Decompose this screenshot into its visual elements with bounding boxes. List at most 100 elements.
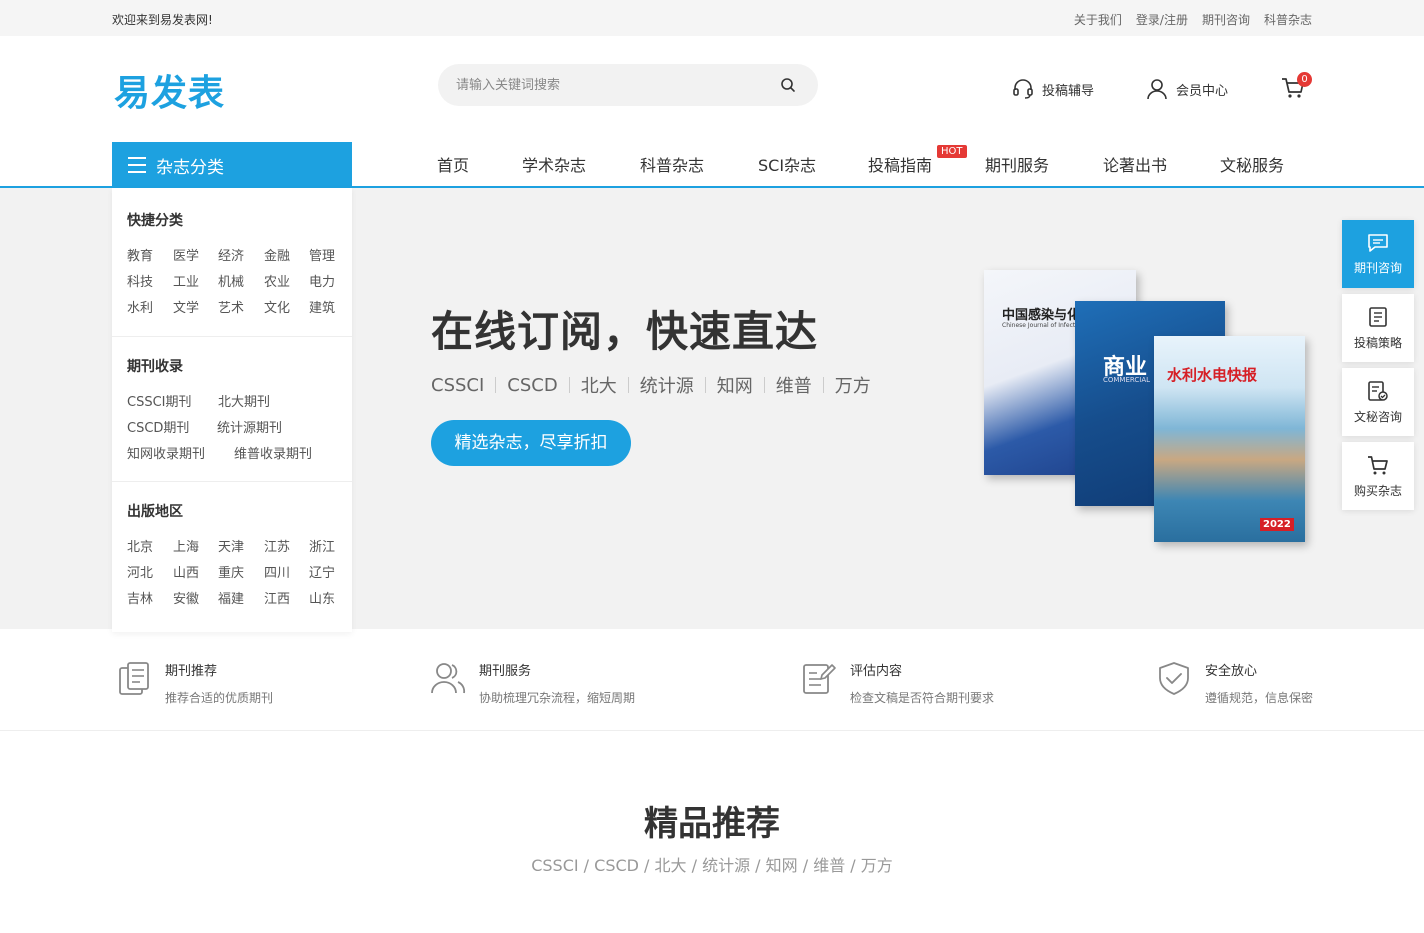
banner-tag: 北大 xyxy=(580,376,617,397)
nav-item-academic[interactable]: 学术杂志 xyxy=(522,152,586,176)
category-button-label: 杂志分类 xyxy=(156,157,224,178)
feature-title: 评估内容 xyxy=(850,664,903,679)
category-link[interactable]: 医学 xyxy=(173,245,199,264)
welcome-text: 欢迎来到易发表网! xyxy=(112,13,213,27)
index-link[interactable]: 北大期刊 xyxy=(218,391,270,410)
nav-item-books[interactable]: 论著出书 xyxy=(1103,152,1167,176)
top-link-consult[interactable]: 期刊咨询 xyxy=(1202,11,1250,28)
nav-item-secretary[interactable]: 文秘服务 xyxy=(1220,152,1284,176)
float-consult-button[interactable]: 期刊咨询 xyxy=(1342,220,1414,288)
index-link[interactable]: 统计源期刊 xyxy=(217,417,282,436)
category-link[interactable]: 建筑 xyxy=(309,297,335,316)
feature-divider xyxy=(0,730,1424,731)
search-input[interactable] xyxy=(456,74,766,96)
region-link[interactable]: 浙江 xyxy=(309,536,335,555)
magazine-title: 水利水电快报 xyxy=(1167,366,1258,384)
users-icon xyxy=(431,663,466,694)
banner-tag: 万方 xyxy=(834,376,871,397)
banner-tag: 知网 xyxy=(716,376,753,397)
float-strategy-label: 投稿策略 xyxy=(1353,335,1402,350)
category-sidebar: 快捷分类 教育 医学 经济 金融 管理 科技 工业 机械 农业 电力 水利 文学… xyxy=(112,188,352,632)
float-strategy-button[interactable]: 投稿策略 xyxy=(1342,294,1414,362)
headset-icon xyxy=(1013,79,1033,99)
magazine-subtitle: Chinese Journal of Infection xyxy=(1002,322,1085,329)
top-link-about[interactable]: 关于我们 xyxy=(1074,11,1122,28)
feature-desc: 推荐合适的优质期刊 xyxy=(165,691,274,705)
category-link[interactable]: 金融 xyxy=(264,245,290,264)
top-bar: 欢迎来到易发表网! 关于我们 登录/注册 期刊咨询 科普杂志 xyxy=(0,0,1424,36)
nav-item-home[interactable]: 首页 xyxy=(437,152,469,176)
top-links: 关于我们 登录/注册 期刊咨询 科普杂志 xyxy=(1074,11,1312,28)
float-secretary-button[interactable]: 文秘咨询 xyxy=(1342,368,1414,436)
region-link[interactable]: 重庆 xyxy=(218,562,244,581)
magazine-subtitle: COMMERCIAL xyxy=(1103,376,1151,384)
category-link[interactable]: 艺术 xyxy=(218,297,244,316)
region-link[interactable]: 四川 xyxy=(264,562,290,581)
member-link[interactable]: 会员中心 xyxy=(1146,78,1228,100)
category-link[interactable]: 科技 xyxy=(127,271,153,290)
category-link[interactable]: 水利 xyxy=(127,297,153,316)
cart-button[interactable]: 0 xyxy=(1281,72,1312,104)
feature-title: 期刊推荐 xyxy=(165,664,218,679)
region-link[interactable]: 山西 xyxy=(173,562,199,581)
region-link[interactable]: 天津 xyxy=(218,536,244,555)
feature-desc: 遵循规范，信息保密 xyxy=(1205,691,1314,705)
region-link[interactable]: 福建 xyxy=(218,588,244,607)
category-link[interactable]: 经济 xyxy=(218,245,244,264)
edit-document-icon xyxy=(803,664,836,694)
search-box xyxy=(438,64,818,106)
form-check-icon xyxy=(1368,380,1388,401)
sidebar-divider xyxy=(112,336,352,337)
region-link[interactable]: 江西 xyxy=(264,588,290,607)
section-title: 精品推荐 xyxy=(644,804,780,844)
region-link[interactable]: 吉林 xyxy=(127,588,153,607)
guide-label: 投稿辅导 xyxy=(1042,83,1095,99)
index-link[interactable]: 知网收录期刊 xyxy=(127,443,205,462)
region-title: 出版地区 xyxy=(127,504,183,520)
nav-item-service[interactable]: 期刊服务 xyxy=(985,152,1049,176)
feature-recommend: 期刊推荐 推荐合适的优质期刊 xyxy=(116,660,273,706)
category-link[interactable]: 电力 xyxy=(309,271,335,290)
category-link[interactable]: 工业 xyxy=(173,271,199,290)
banner-tag: 统计源 xyxy=(639,376,694,397)
user-icon xyxy=(1147,79,1167,100)
region-link[interactable]: 北京 xyxy=(127,536,153,555)
journal-list-icon xyxy=(119,662,149,695)
feature-safe: 安全放心 遵循规范，信息保密 xyxy=(1156,660,1313,706)
region-link[interactable]: 山东 xyxy=(309,588,335,607)
search-icon[interactable] xyxy=(780,77,796,93)
region-link[interactable]: 辽宁 xyxy=(309,562,335,581)
feature-title: 期刊服务 xyxy=(479,664,532,679)
guide-link[interactable]: 投稿辅导 xyxy=(1012,78,1094,100)
discount-button[interactable]: 精选杂志，尽享折扣 xyxy=(431,420,631,466)
nav-item-guide[interactable]: 投稿指南 xyxy=(868,152,932,176)
region-link[interactable]: 上海 xyxy=(173,536,199,555)
region-link[interactable]: 安徽 xyxy=(173,588,199,607)
category-link[interactable]: 机械 xyxy=(218,271,244,290)
category-button[interactable]: 杂志分类 xyxy=(112,142,352,188)
feature-evaluate: 评估内容 检查文稿是否符合期刊要求 xyxy=(801,660,994,706)
category-link[interactable]: 农业 xyxy=(264,271,290,290)
hot-badge: HOT xyxy=(937,145,967,158)
cart-count-badge: 0 xyxy=(1297,72,1312,87)
category-link[interactable]: 文学 xyxy=(173,297,199,316)
index-link[interactable]: CSCD期刊 xyxy=(127,417,189,436)
magazine-title: 中国感染与化 xyxy=(1002,308,1081,323)
category-link[interactable]: 管理 xyxy=(309,245,335,264)
category-link[interactable]: 教育 xyxy=(127,245,153,264)
region-link[interactable]: 河北 xyxy=(127,562,153,581)
nav-item-popsci[interactable]: 科普杂志 xyxy=(640,152,704,176)
top-link-login[interactable]: 登录/注册 xyxy=(1136,11,1188,28)
category-link[interactable]: 文化 xyxy=(264,297,290,316)
site-logo[interactable]: 易发表 xyxy=(114,64,225,116)
nav-item-sci[interactable]: SCI杂志 xyxy=(758,152,816,176)
index-link[interactable]: 维普收录期刊 xyxy=(234,443,312,462)
index-link[interactable]: CSSCI期刊 xyxy=(127,391,192,410)
float-buy-button[interactable]: 购买杂志 xyxy=(1342,442,1414,510)
shield-check-icon xyxy=(1159,662,1189,695)
page: 欢迎来到易发表网! 关于我们 登录/注册 期刊咨询 科普杂志 易发表 投稿辅导 … xyxy=(0,0,1424,933)
menu-icon xyxy=(128,157,146,173)
top-link-popsci[interactable]: 科普杂志 xyxy=(1264,11,1312,28)
feature-service: 期刊服务 协助梳理冗杂流程，缩短周期 xyxy=(430,660,635,706)
region-link[interactable]: 江苏 xyxy=(264,536,290,555)
